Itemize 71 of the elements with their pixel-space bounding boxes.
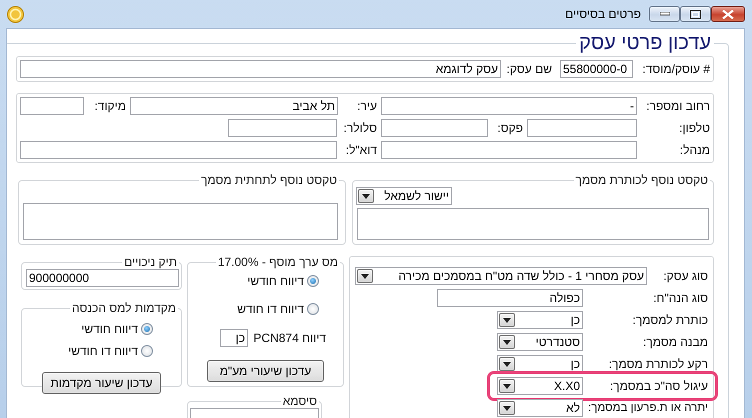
group-title: מקדמות למס הכנסה xyxy=(71,302,177,315)
radio-label: דיווח דו חודשי xyxy=(68,344,138,358)
form-title: עדכון פרטי עסק xyxy=(578,32,712,54)
caret-icon xyxy=(499,357,515,371)
text-area[interactable] xyxy=(23,203,338,240)
field-label: מבנה מסמך: xyxy=(642,335,709,349)
text-area[interactable] xyxy=(357,208,709,240)
text-field[interactable]: עסק לדוגמא xyxy=(20,60,501,78)
close-button[interactable] xyxy=(711,6,745,22)
field-label: מיקוד: xyxy=(93,99,127,113)
text-field[interactable]: 55800000-0 xyxy=(560,60,633,78)
field-label: דיווח PCN874 xyxy=(252,331,326,345)
text-field[interactable] xyxy=(381,141,637,159)
radio-label: דיווח חודשי xyxy=(247,274,304,288)
radio-button[interactable] xyxy=(307,275,319,287)
radio-button[interactable] xyxy=(307,303,319,315)
window-title: פרטים בסיסיים xyxy=(565,7,641,21)
maximize-button[interactable] xyxy=(680,6,711,22)
minimize-icon xyxy=(660,12,670,16)
text-field[interactable]: כפולה xyxy=(437,289,583,307)
group-title: מס ערך מוסף - 17.00% xyxy=(216,256,339,269)
caret-icon xyxy=(499,313,515,327)
caret-icon xyxy=(358,189,374,203)
update-vat-button[interactable]: עדכון שיעורי מע"מ xyxy=(207,360,324,382)
field-label: רקע לכותרת מסמך: xyxy=(608,357,709,371)
text-field[interactable] xyxy=(20,97,84,115)
field-label: יתרה או ת.פרעון במסמך: xyxy=(587,402,709,414)
field-label: # עוסק/מוסד: xyxy=(641,62,710,76)
close-icon xyxy=(722,10,734,18)
field-label: רחוב ומספר: xyxy=(645,99,710,113)
coin-icon xyxy=(7,6,24,22)
field-label: עיגול סה"כ במסמך: xyxy=(608,379,709,393)
radio-label: דיווח דו חודש xyxy=(237,302,304,316)
field-label: סוג עסק: xyxy=(662,269,709,283)
caret-icon xyxy=(357,269,373,283)
group-title: טקסט נוסף לכותרת מסמך xyxy=(574,174,709,187)
dropdown[interactable]: X.X0 xyxy=(497,377,583,395)
group-title: סיסמא xyxy=(282,395,318,408)
caret-icon xyxy=(499,335,515,349)
text-field[interactable] xyxy=(228,119,337,137)
text-field[interactable]: תל אביב xyxy=(130,97,338,115)
caret-icon xyxy=(499,401,515,415)
field-label: סלולר: xyxy=(342,121,378,135)
text-field[interactable]: - xyxy=(381,97,637,115)
text-field[interactable] xyxy=(527,119,637,137)
field-label: שם עסק: xyxy=(506,62,553,76)
dropdown[interactable]: סטנדרטי xyxy=(497,333,583,351)
radio-button[interactable] xyxy=(141,323,153,335)
dropdown[interactable]: כן xyxy=(497,311,583,329)
field-label: עיר: xyxy=(356,99,378,113)
field-label: מנהל: xyxy=(678,143,710,157)
text-field[interactable] xyxy=(381,119,488,137)
text-field[interactable]: 900000000 xyxy=(26,269,179,287)
field-label: פקס: xyxy=(496,121,524,135)
minimize-button[interactable] xyxy=(649,6,680,22)
update-advances-button[interactable]: עדכון שיעור מקדמות xyxy=(42,372,161,394)
group-title: תיק ניכויים xyxy=(123,256,178,269)
field-label: דוא"ל: xyxy=(344,143,378,157)
text-field[interactable]: כן xyxy=(220,329,248,347)
radio-label: דיווח חודשי xyxy=(81,322,138,336)
maximize-icon xyxy=(690,10,701,18)
dropdown[interactable]: יישור לשמאל xyxy=(356,187,452,205)
group-title: טקסט נוסף לתחתית מסמך xyxy=(200,174,338,187)
field-label: כותרת למסמך: xyxy=(632,313,709,327)
field-label: טלפון: xyxy=(678,121,710,135)
caret-icon xyxy=(499,379,515,393)
radio-button[interactable] xyxy=(141,345,153,357)
text-field[interactable] xyxy=(20,141,337,159)
dropdown[interactable]: לא xyxy=(497,399,583,417)
field-label: סוג הנה"ח: xyxy=(652,291,709,305)
dropdown[interactable]: עסק מסחרי 1 - כולל שדה מט"ח במסמכים מכירה xyxy=(355,267,647,285)
